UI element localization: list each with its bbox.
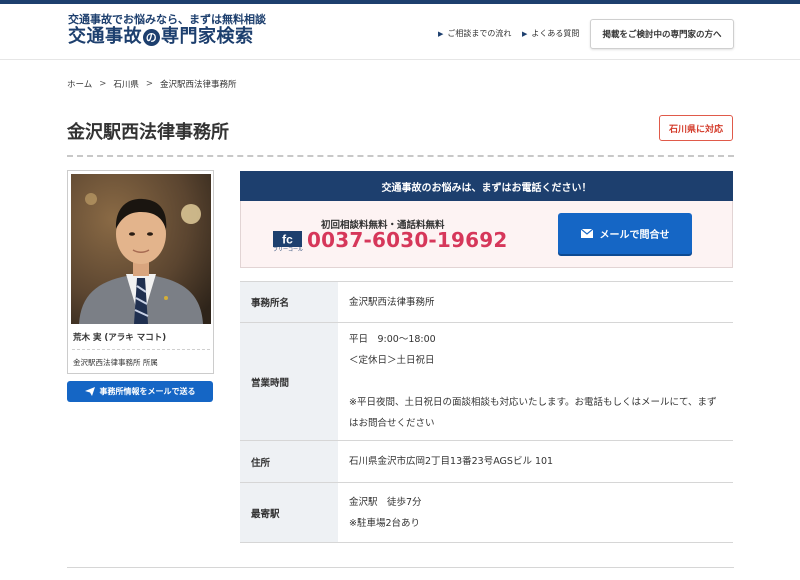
freecall-logo-icon: fc フリーコール	[273, 231, 304, 254]
station-parking: ※駐車場2台あり	[349, 517, 421, 529]
freecall-logo-caption: フリーコール	[273, 247, 304, 253]
nav-consultation-flow[interactable]: ▶ ご相談までの流れ	[438, 28, 511, 39]
address-label: 住所	[240, 440, 338, 483]
site-header: 交通事故でお悩みなら、まずは無料相談 交通事故 の 専門家検索 ▶ ご相談までの…	[0, 4, 800, 60]
breadcrumb: ホーム > 石川県 > 金沢駅西法律事務所	[67, 78, 237, 90]
breadcrumb-separator: >	[99, 79, 107, 89]
phone-number[interactable]: 0037-6030-19692	[307, 228, 508, 252]
table-row-station: 最寄駅 金沢駅 徒歩7分 ※駐車場2台あり	[240, 482, 733, 543]
contact-heading: 交通事故のお悩みは、まずはお電話ください！	[240, 171, 733, 201]
office-info-table: 事務所名 金沢駅西法律事務所 営業時間 平日 9:00〜18:00 ＜定休日＞土…	[240, 281, 733, 543]
hours-spacer	[349, 371, 723, 392]
profile-card: 荒木 実 (アラキ マコト) 金沢駅西法律事務所 所属	[67, 170, 214, 374]
svg-text:fc: fc	[282, 233, 293, 247]
triangle-right-icon: ▶	[438, 29, 444, 38]
logo-circle-mark: の	[143, 28, 160, 46]
station-access: 金沢駅 徒歩7分	[349, 496, 422, 508]
logo-title-part2: 専門家検索	[161, 26, 254, 47]
lawyer-affiliation: 金沢駅西法律事務所 所属	[73, 358, 158, 367]
logo-title-part1: 交通事故	[68, 26, 142, 47]
mail-inquiry-button[interactable]: メールで問合せ	[558, 213, 692, 254]
breadcrumb-current: 金沢駅西法律事務所	[160, 80, 237, 90]
nav-faq[interactable]: ▶ よくある質問	[522, 28, 579, 39]
contact-box: 初回相談料無料・通話料無料 fc フリーコール 0037-6030-19692 …	[240, 201, 733, 268]
site-logo[interactable]: 交通事故でお悩みなら、まずは無料相談 交通事故 の 専門家検索	[68, 13, 266, 48]
logo-title: 交通事故 の 専門家検索	[68, 26, 266, 48]
expert-listing-button[interactable]: 掲載をご検討中の専門家の方へ	[590, 19, 734, 49]
section-bottom-divider	[67, 567, 734, 568]
profile-divider	[72, 349, 210, 350]
hours-value: 平日 9:00〜18:00 ＜定休日＞土日祝日 ※平日夜間、土日祝日の面談相談も…	[338, 322, 733, 441]
station-label: 最寄駅	[240, 482, 338, 543]
lawyer-photo	[71, 174, 211, 324]
send-office-info-button[interactable]: 事務所情報をメールで送る	[67, 381, 213, 402]
mail-inquiry-label: メールで問合せ	[599, 230, 670, 241]
breadcrumb-separator: >	[145, 79, 154, 89]
hours-label: 営業時間	[240, 322, 338, 441]
nav-faq-label: よくある質問	[531, 29, 580, 38]
hours-closed: ＜定休日＞土日祝日	[349, 355, 435, 366]
breadcrumb-prefecture[interactable]: 石川県	[113, 78, 139, 90]
hours-note: ※平日夜間、土日祝日の面談相談も対応いたします。お電話もしくはメールにて、まずは…	[349, 397, 717, 429]
lawyer-name: 荒木 実 (アラキ マコト)	[73, 333, 167, 343]
breadcrumb-home[interactable]: ホーム	[67, 78, 92, 90]
prefecture-badge: 石川県に対応	[659, 115, 733, 141]
send-office-info-label: 事務所情報をメールで送る	[99, 387, 196, 396]
paper-plane-icon	[84, 387, 95, 396]
hours-weekday: 平日 9:00〜18:00	[349, 334, 436, 345]
table-row-office-name: 事務所名 金沢駅西法律事務所	[240, 281, 733, 323]
nav-consultation-flow-label: ご相談までの流れ	[447, 29, 512, 38]
page-title: 金沢駅西法律事務所	[67, 122, 229, 143]
office-name-value: 金沢駅西法律事務所	[338, 281, 733, 323]
table-row-hours: 営業時間 平日 9:00〜18:00 ＜定休日＞土日祝日 ※平日夜間、土日祝日の…	[240, 322, 733, 441]
station-value: 金沢駅 徒歩7分 ※駐車場2台あり	[338, 482, 733, 543]
title-divider	[67, 155, 734, 157]
office-name-label: 事務所名	[240, 281, 338, 323]
table-row-address: 住所 石川県金沢市広岡2丁目13番23号AGSビル 101	[240, 440, 733, 483]
address-value: 石川県金沢市広岡2丁目13番23号AGSビル 101	[338, 440, 733, 483]
logo-tagline: 交通事故でお悩みなら、まずは無料相談	[68, 13, 266, 26]
triangle-right-icon: ▶	[522, 29, 528, 38]
envelope-icon	[580, 229, 593, 238]
